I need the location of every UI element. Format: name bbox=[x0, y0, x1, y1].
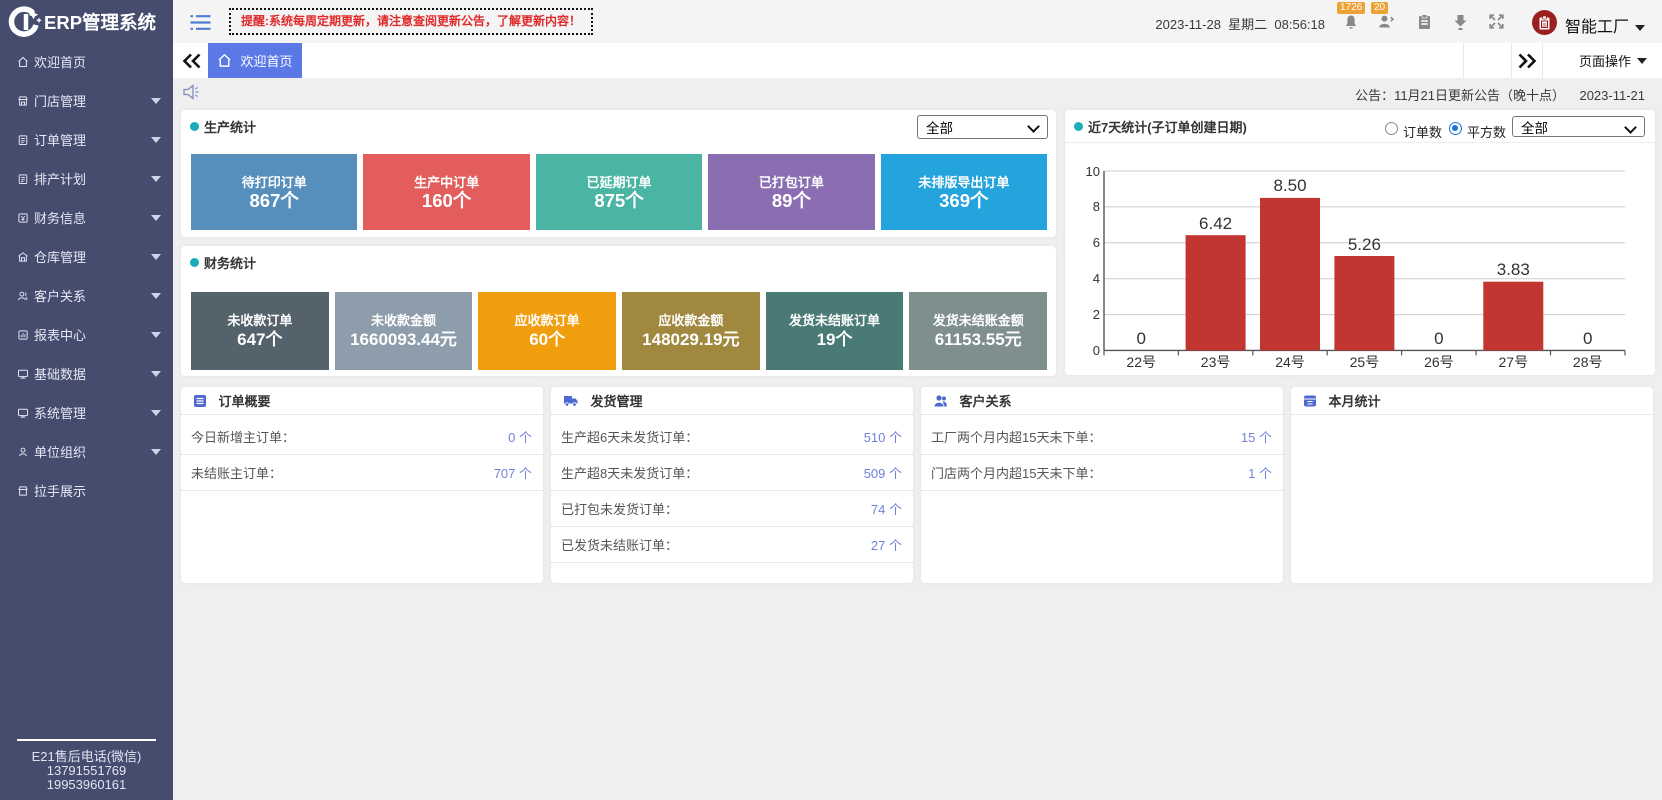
svg-text:28号: 28号 bbox=[1573, 354, 1603, 370]
svg-text:27号: 27号 bbox=[1499, 354, 1529, 370]
svg-text:8.50: 8.50 bbox=[1273, 176, 1306, 195]
svg-text:2: 2 bbox=[1093, 307, 1100, 322]
svg-text:0: 0 bbox=[1093, 343, 1100, 358]
svg-text:4: 4 bbox=[1093, 271, 1100, 286]
svg-text:23号: 23号 bbox=[1201, 354, 1231, 370]
svg-text:0: 0 bbox=[1136, 329, 1145, 348]
svg-text:25号: 25号 bbox=[1350, 354, 1380, 370]
svg-text:26号: 26号 bbox=[1424, 354, 1454, 370]
svg-text:6.42: 6.42 bbox=[1199, 214, 1232, 233]
svg-text:22号: 22号 bbox=[1126, 354, 1156, 370]
svg-text:3.83: 3.83 bbox=[1497, 260, 1530, 279]
svg-text:0: 0 bbox=[1583, 329, 1592, 348]
svg-text:8: 8 bbox=[1093, 199, 1100, 214]
svg-text:6: 6 bbox=[1093, 235, 1100, 250]
svg-text:24号: 24号 bbox=[1275, 354, 1305, 370]
svg-text:0: 0 bbox=[1434, 329, 1443, 348]
svg-text:10: 10 bbox=[1086, 164, 1100, 179]
svg-text:5.26: 5.26 bbox=[1348, 235, 1381, 254]
